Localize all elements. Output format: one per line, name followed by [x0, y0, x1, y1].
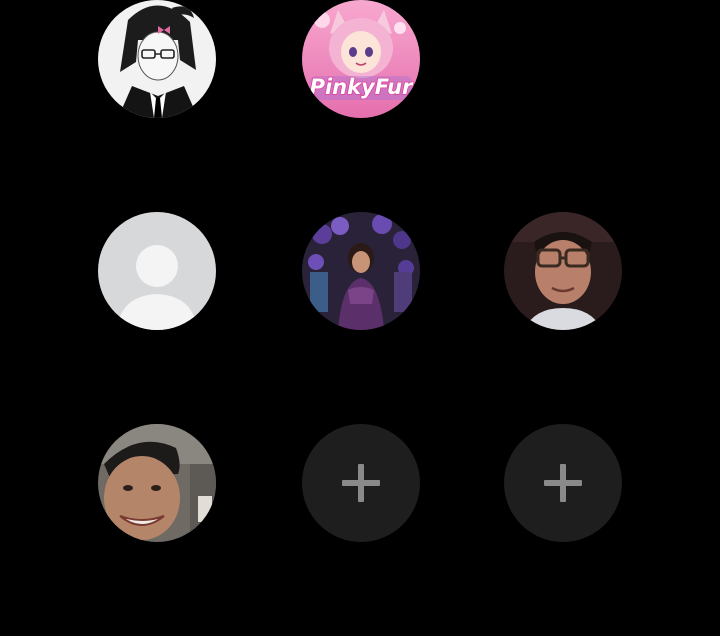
plus-icon [544, 464, 582, 502]
contact-avatar-placeholder[interactable] [98, 212, 216, 330]
contact-avatar-girl-party[interactable] [302, 212, 420, 330]
add-contact-button[interactable] [504, 424, 622, 542]
contact-avatar-boy-smiling[interactable] [98, 424, 216, 542]
pinkyfur-avatar-image: PinkyFur [302, 0, 420, 118]
pinkyfur-logo: PinkyFur [310, 75, 414, 99]
man-glasses-avatar-image [504, 212, 622, 330]
contact-avatar-anime[interactable] [98, 0, 216, 118]
default-person-icon [98, 212, 216, 330]
contact-avatar-man-glasses[interactable] [504, 212, 622, 330]
contact-avatar-pinkyfur[interactable]: PinkyFur [302, 0, 420, 118]
anime-character-avatar-image [98, 0, 216, 118]
boy-smiling-avatar-image [98, 424, 216, 542]
girl-party-avatar-image [302, 212, 420, 330]
plus-icon [342, 464, 380, 502]
add-contact-button[interactable] [302, 424, 420, 542]
